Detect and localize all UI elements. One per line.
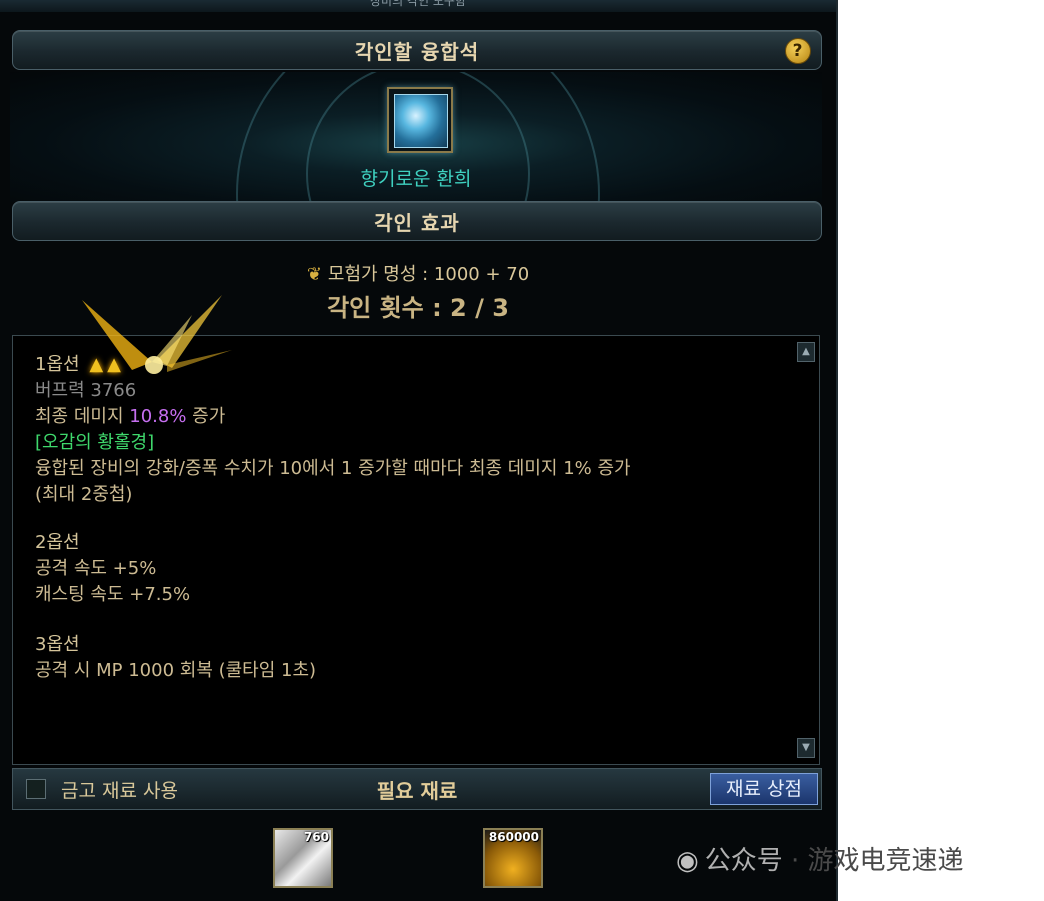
wechat-icon: ◉: [676, 846, 699, 876]
material-count: 760: [303, 830, 329, 844]
effect-section-header: 각인 효과: [12, 201, 822, 241]
required-materials-title: 필요 재료: [376, 779, 458, 803]
stone-display: 향기로운 환희: [10, 72, 822, 202]
scroll-up-arrow-icon[interactable]: ▲: [797, 342, 815, 362]
watermark-prefix: 公众号: [704, 846, 783, 876]
stone-section-title: 각인할 융합석: [354, 39, 480, 64]
scroll-down-arrow-icon[interactable]: ▼: [797, 738, 815, 758]
damage-prefix: 최종 데미지: [35, 406, 130, 427]
damage-value: 10.8%: [129, 406, 187, 427]
fame-line: ❦ 모험가 명성 : 1000 + 70: [0, 260, 836, 286]
option-3: 3옵션 공격 시 MP 1000 회복 (쿨타임 1초): [35, 632, 316, 684]
stone-section-header: 각인할 융합석 ?: [12, 30, 822, 70]
option-1-damage: 최종 데미지 10.8% 증가: [35, 404, 631, 430]
options-list[interactable]: ▲ ▼ 1옵션 ▲ ▲ 버프력 3766 최종 데미지 10.8% 증가 [오감의…: [12, 335, 820, 765]
option-2-title: 2옵션: [35, 532, 80, 553]
triangle-star-icon: ▲: [89, 354, 104, 375]
option-1-title: 1옵션: [35, 354, 80, 375]
engrave-window: 장비의 각인 도구함 ✕ 각인할 융합석 ? 향기로운 환희 각인 효과 ❦모험…: [0, 0, 838, 901]
option-2-line1: 공격 속도 +5%: [35, 558, 157, 579]
damage-suffix: 증가: [186, 406, 226, 427]
option-3-title: 3옵션: [35, 634, 80, 655]
fusion-stone-name: 향기로운 환희: [360, 168, 472, 190]
fame-icon: ❦: [306, 264, 322, 285]
window-title: 장비의 각인 도구함 ✕: [0, 0, 836, 12]
watermark: ◉ 公众号 · 游戏电竞速递: [676, 846, 964, 876]
option-1-set-name: [오감의 황홀경]: [35, 432, 155, 453]
fusion-stone-slot[interactable]: [387, 87, 453, 153]
materials-bar: 금고 재료 사용 필요 재료 재료 상점: [12, 768, 822, 810]
material-count: 860000: [488, 830, 539, 844]
option-2-line2: 캐스팅 속도 +7.5%: [35, 584, 191, 605]
option-3-line1: 공격 시 MP 1000 회복 (쿨타임 1초): [35, 660, 317, 681]
watermark-name: 游戏电竞速递: [807, 846, 964, 876]
option-1-desc-line2: (최대 2중첩): [35, 484, 133, 505]
window-title-text: 장비의 각인 도구함: [370, 0, 466, 8]
option-1-buff: 버프력 3766: [35, 380, 137, 401]
fusion-stone-icon: [394, 94, 448, 148]
material-gold-slot[interactable]: 860000: [483, 828, 543, 888]
option-1: 1옵션 ▲ ▲ 버프력 3766 최종 데미지 10.8% 증가 [오감의 황홀경…: [35, 352, 631, 508]
fame-label: 모험가 명성 : 1000 + 70: [327, 264, 530, 285]
material-crystal-slot[interactable]: 760: [273, 828, 333, 888]
effect-section-title: 각인 효과: [374, 210, 460, 235]
option-1-desc-line1: 융합된 장비의 강화/증폭 수치가 10에서 1 증가할 때마다 최종 데미지 …: [35, 458, 631, 479]
triangle-star-icon: ▲: [107, 354, 121, 375]
help-icon[interactable]: ?: [785, 38, 811, 64]
option-2: 2옵션 공격 속도 +5% 캐스팅 속도 +7.5%: [35, 530, 190, 608]
engrave-count: 각인 횟수 : 2 / 3: [327, 294, 509, 322]
material-shop-button[interactable]: 재료 상점: [710, 773, 818, 805]
